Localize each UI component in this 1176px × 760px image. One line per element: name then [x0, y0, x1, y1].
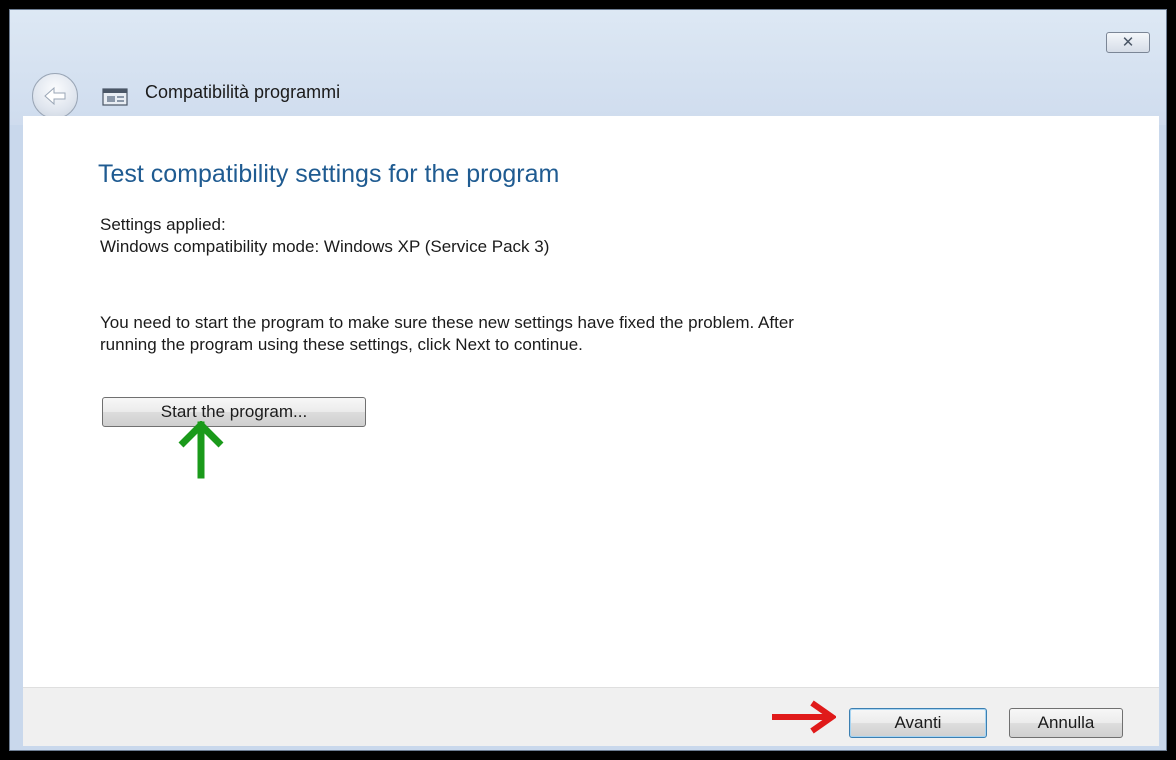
close-icon: ✕ — [1121, 33, 1135, 51]
green-up-arrow-annotation — [178, 421, 224, 479]
title-bar: ✕ Compatibilità programmi — [10, 10, 1166, 125]
button-bar: Avanti Annulla — [23, 687, 1159, 746]
cancel-button[interactable]: Annulla — [1009, 708, 1123, 738]
settings-label: Settings applied: — [100, 215, 226, 234]
settings-value: Windows compatibility mode: Windows XP (… — [100, 237, 550, 256]
close-button[interactable]: ✕ — [1106, 32, 1150, 53]
app-window-icon — [102, 88, 128, 106]
page-heading: Test compatibility settings for the prog… — [98, 160, 560, 188]
dialog-window: ✕ Compatibilità programmi Test compatibi… — [9, 9, 1167, 751]
content-area: Test compatibility settings for the prog… — [23, 116, 1159, 687]
back-button[interactable] — [32, 73, 78, 119]
back-arrow-icon — [44, 86, 66, 106]
instruction-line-1: You need to start the program to make su… — [100, 313, 794, 332]
window-title: Compatibilità programmi — [145, 82, 341, 102]
next-button[interactable]: Avanti — [849, 708, 987, 738]
instruction-line-2: running the program using these settings… — [100, 335, 583, 354]
red-right-arrow-annotation — [772, 700, 836, 734]
start-program-button[interactable]: Start the program... — [102, 397, 366, 427]
